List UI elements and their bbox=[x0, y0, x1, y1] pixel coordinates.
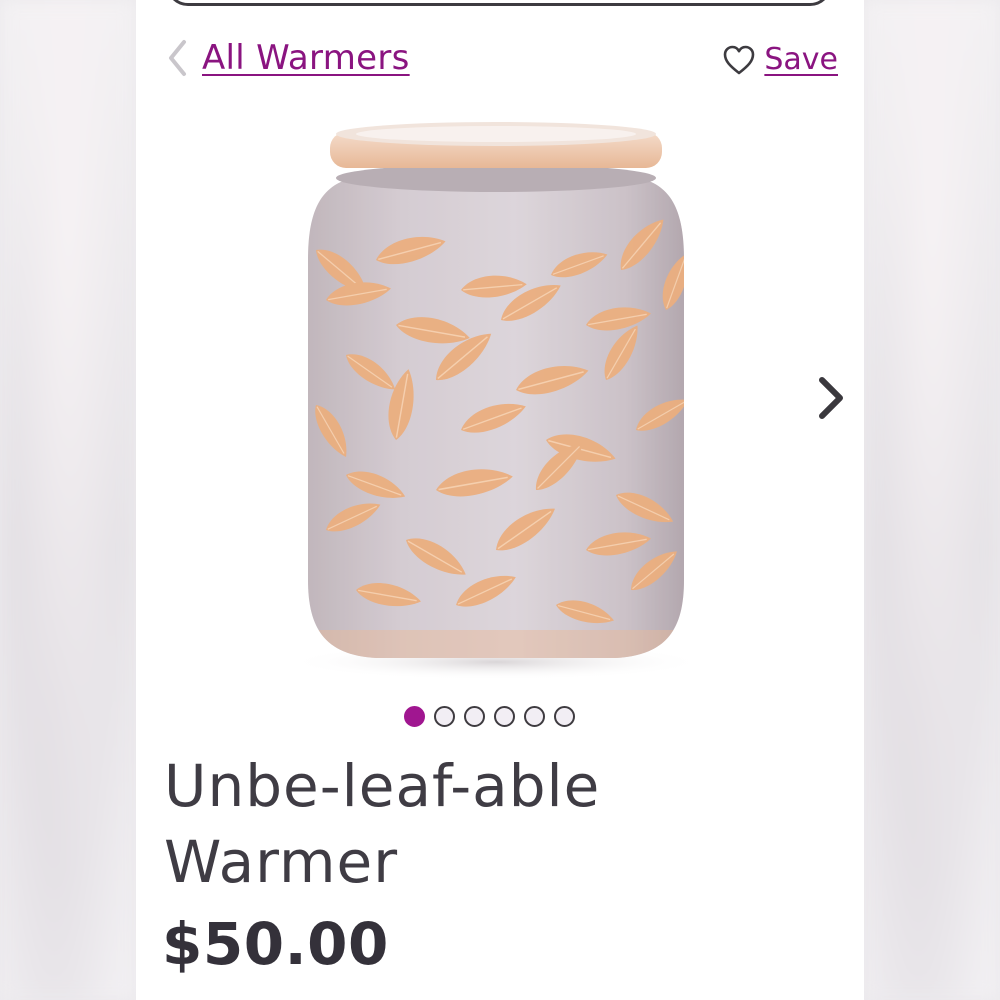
carousel-dot-3[interactable] bbox=[464, 706, 485, 727]
chevron-left-icon bbox=[169, 40, 186, 76]
product-page: All Warmers Save Unbe-leaf-able Warmer $… bbox=[136, 0, 864, 1000]
leaf-warmer-product-image bbox=[286, 122, 706, 680]
right-backdrop bbox=[864, 0, 1000, 1000]
product-title-line-1: Unbe-leaf-able bbox=[164, 752, 601, 820]
carousel-dot-2[interactable] bbox=[434, 706, 455, 727]
carousel-dot-4[interactable] bbox=[494, 706, 515, 727]
heart-icon bbox=[724, 45, 755, 74]
carousel-pagination bbox=[404, 706, 575, 727]
chevron-right-icon[interactable] bbox=[812, 372, 848, 424]
back-to-all-warmers-link[interactable]: All Warmers bbox=[166, 38, 410, 78]
carousel-dot-6[interactable] bbox=[554, 706, 575, 727]
carousel-dot-5[interactable] bbox=[524, 706, 545, 727]
carousel-dot-1[interactable] bbox=[404, 706, 425, 727]
save-button[interactable]: Save bbox=[722, 42, 838, 77]
search-bar[interactable] bbox=[166, 0, 832, 6]
back-link-label[interactable]: All Warmers bbox=[202, 38, 410, 78]
save-label[interactable]: Save bbox=[764, 42, 838, 77]
left-backdrop bbox=[0, 0, 136, 1000]
product-title-line-2: Warmer bbox=[164, 828, 399, 896]
product-price: $50.00 bbox=[162, 910, 389, 978]
